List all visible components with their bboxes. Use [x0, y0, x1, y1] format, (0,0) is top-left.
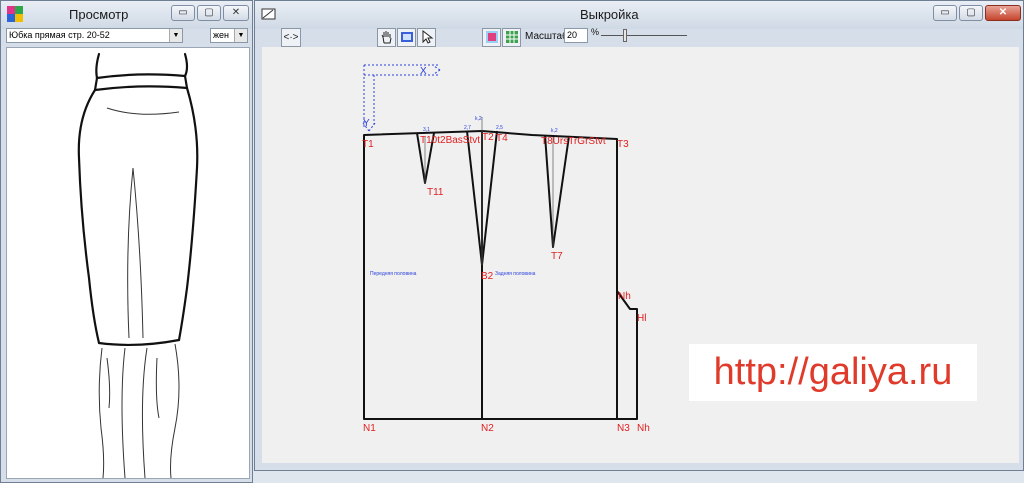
point-label-B2: B2 — [481, 271, 494, 282]
cursor-icon — [422, 29, 433, 44]
back-dart-group-label: T8UrsTrGrStvt — [541, 136, 606, 147]
gender-select-value: жен — [213, 30, 229, 40]
point-label-T3: T3 — [617, 139, 629, 150]
maximize-button[interactable]: ▢ — [197, 5, 221, 21]
back-dart — [544, 134, 570, 248]
minimize-button[interactable]: ▭ — [933, 5, 957, 21]
dim-label: k,2 — [551, 128, 558, 134]
dim-label: 3,1 — [423, 127, 430, 133]
palette-icon — [485, 31, 498, 43]
model-select[interactable]: Юбка прямая стр. 20-52 ▼ — [6, 28, 183, 43]
scale-slider[interactable] — [601, 29, 687, 43]
front-half-label: Передняя половина — [370, 271, 417, 277]
y-axis-label: Y — [363, 118, 370, 129]
app-icon — [7, 6, 23, 22]
scale-input-value: 20 — [567, 30, 578, 40]
dim-label: 2,7 — [464, 125, 471, 131]
point-label-T2: T2 — [482, 132, 494, 143]
preview-window: Просмотр ▭ ▢ ✕ Юбка прямая стр. 20-52 ▼ … — [0, 0, 253, 483]
preview-canvas — [6, 47, 250, 479]
close-button[interactable]: ✕ — [985, 5, 1021, 21]
view-button[interactable] — [482, 28, 501, 47]
hand-tool-button[interactable] — [377, 28, 396, 47]
watermark-url: http://galiya.ru — [689, 344, 977, 401]
frame-icon — [400, 32, 413, 42]
point-label-T7: T7 — [551, 251, 563, 262]
scale-unit: % — [591, 27, 600, 37]
slit — [616, 290, 638, 420]
preview-title: Просмотр — [69, 7, 129, 22]
point-label-N2: N2 — [481, 423, 494, 434]
dim-label: k,2 — [475, 116, 482, 122]
preview-titlebar[interactable]: Просмотр ▭ ▢ ✕ — [1, 1, 252, 29]
point-label-Nh-side: Nh — [618, 291, 631, 302]
model-select-value: Юбка прямая стр. 20-52 — [9, 30, 110, 40]
dim-label: 2,5 — [496, 125, 503, 131]
skirt-illustration — [77, 52, 199, 479]
pattern-titlebar[interactable]: Выкройка ▭ ▢ ✕ — [255, 1, 1023, 29]
pattern-title: Выкройка — [580, 7, 639, 22]
x-axis-label: X — [420, 66, 427, 77]
point-label-T11: T11 — [427, 187, 444, 198]
pointer-tool-button[interactable] — [417, 28, 436, 47]
point-label-Nh: Nh — [637, 423, 650, 434]
back-half-label: Задняя половина — [495, 271, 536, 277]
x-axis-guide — [363, 64, 440, 127]
minimize-button[interactable]: ▭ — [171, 5, 195, 21]
x-axis-arrow — [433, 65, 441, 75]
grid-icon — [505, 31, 518, 43]
nav-arrows-button[interactable]: <·> — [281, 28, 301, 47]
slider-thumb[interactable] — [623, 29, 627, 42]
point-label-N1: N1 — [363, 423, 376, 434]
maximize-button[interactable]: ▢ — [959, 5, 983, 21]
close-button[interactable]: ✕ — [223, 5, 249, 21]
slider-track — [601, 35, 687, 36]
point-label-T1: T1 — [362, 139, 374, 150]
scale-label: Масштаб — [525, 31, 568, 42]
scale-input[interactable]: 20 — [564, 28, 588, 43]
hand-icon — [381, 31, 391, 44]
grid-button[interactable] — [502, 28, 521, 47]
nav-arrows-icon: <·> — [283, 32, 299, 43]
chevron-down-icon[interactable]: ▼ — [169, 29, 182, 42]
pattern-app-icon — [261, 8, 276, 20]
frame-tool-button[interactable] — [397, 28, 416, 47]
gender-select[interactable]: жен ▼ — [210, 28, 248, 43]
point-label-N3: N3 — [617, 423, 630, 434]
front-dart-group-label: T10t2BasStvt — [420, 135, 480, 146]
point-label-T4: T4 — [496, 133, 508, 144]
chevron-down-icon[interactable]: ▼ — [234, 29, 247, 42]
point-label-Hl: Hl — [637, 313, 646, 324]
